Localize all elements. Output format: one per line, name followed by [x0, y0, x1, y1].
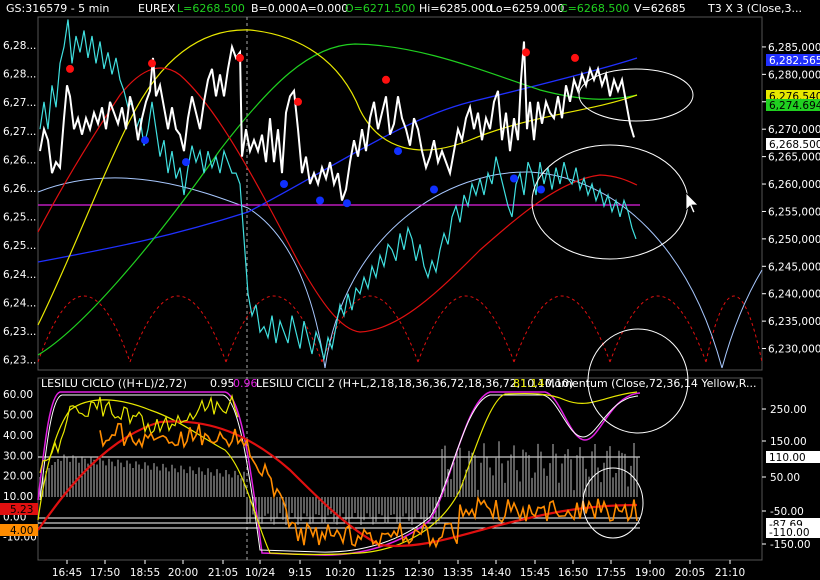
red-signal-dot [294, 97, 302, 106]
right-tick-label: 6,245,000 [768, 261, 820, 273]
left-tick-label: 6,27... [3, 97, 36, 109]
right-tick-label: 6,230,000 [768, 344, 820, 356]
left-tick-label: 6,26... [3, 154, 36, 166]
osc-left-tick-label: 30.00 [3, 450, 33, 462]
time-tick-label: 14:40 [481, 567, 511, 579]
left-tick-label: 6,25... [3, 212, 36, 224]
blue-signal-dot [280, 180, 288, 188]
right-tick-label: 6,285,000 [768, 42, 820, 54]
right-tick-label: 6,240,000 [768, 289, 820, 301]
right-tick-label: 6,235,000 [768, 316, 820, 328]
time-tick-label: 16:50 [558, 567, 588, 579]
blue-signal-dot [537, 185, 545, 194]
red-signal-dot [148, 59, 156, 68]
header-study: T3 X 3 (Close,3... [707, 2, 802, 15]
time-tick-label: 20:00 [168, 567, 198, 579]
osc-left-tick-label: 40.00 [3, 430, 33, 442]
left-tick-label: 6,23... [3, 326, 36, 338]
left-tick-label: 6,24... [3, 269, 36, 281]
left-tick-label: 6,25... [3, 240, 36, 252]
time-tick-label: 17:55 [596, 567, 626, 579]
right-tick-label: 6,255,000 [768, 206, 820, 218]
header-bid: B=0.000 [251, 2, 299, 15]
time-tick-label: 18:55 [130, 567, 160, 579]
time-tick-label: 9:15 [288, 567, 312, 579]
left-tick-label: 6,28... [3, 40, 36, 52]
time-tick-label: 19:00 [635, 567, 665, 579]
time-tick-label: 20:05 [675, 567, 705, 579]
header-volume: V=62685 [634, 2, 686, 15]
osc-left-value-label: 5.23 [10, 504, 33, 516]
red-signal-dot [382, 75, 390, 84]
left-tick-label: 6,24... [3, 297, 36, 309]
left-tick-label: 6,27... [3, 126, 36, 138]
time-tick-label: 15:45 [520, 567, 550, 579]
red-signal-dot [236, 53, 244, 62]
time-tick-label: 21:05 [208, 567, 238, 579]
osc-right-tick-label: -150.00 [770, 539, 811, 551]
price-value-box-label: 6,268.500 [769, 139, 820, 151]
osc-left-value-label: 4.00 [10, 525, 33, 537]
header-close: C=6268.500 [560, 2, 629, 15]
time-tick-label: 12:30 [404, 567, 434, 579]
osc-right-value-label: -110.00 [769, 527, 810, 539]
time-tick-label: 17:50 [90, 567, 120, 579]
osc-right-tick-label: 250.00 [770, 404, 807, 416]
header-open: O=6271.500 [345, 2, 415, 15]
right-tick-label: 6,280,000 [768, 69, 820, 81]
header-ask: A=0.000 [300, 2, 348, 15]
left-tick-label: 6,28... [3, 69, 36, 81]
time-tick-label: 21:10 [715, 567, 745, 579]
right-tick-label: 6,265,000 [768, 152, 820, 164]
header-high: Hi=6285.000 [419, 2, 492, 15]
osc-left-tick-label: 60.00 [3, 389, 33, 401]
blue-signal-dot [394, 147, 402, 156]
ind3-label: Momentum (Close,72,36,14 Yellow,R... [545, 377, 757, 390]
left-tick-label: 6,23... [3, 355, 36, 367]
price-value-box-label: 6,282.565 [769, 55, 820, 67]
time-tick-label: 13:35 [443, 567, 473, 579]
blue-signal-dot [316, 196, 324, 205]
blue-signal-dot [430, 185, 438, 194]
red-signal-dot [571, 53, 579, 62]
header-low: Lo=6259.000 [490, 2, 564, 15]
osc-right-tick-label: 150.00 [770, 436, 807, 448]
price-value-box-label: 6,274.694 [769, 100, 820, 112]
osc-right-value-label: 110.00 [769, 452, 806, 464]
red-signal-dot [66, 64, 74, 73]
blue-signal-dot [182, 158, 190, 167]
right-tick-label: 6,270,000 [768, 124, 820, 136]
right-tick-label: 6,250,000 [768, 234, 820, 246]
right-tick-label: 6,260,000 [768, 179, 820, 191]
red-signal-dot [522, 48, 530, 57]
time-tick-label: 11:25 [365, 567, 395, 579]
oscillator-header: LESILU CICLO ((H+L)/2,72) 0.95 0.96 LESI… [41, 377, 757, 390]
ind1-label: LESILU CICLO ((H+L)/2,72) [41, 377, 187, 390]
ind1-value1: 0.95 [210, 377, 235, 390]
osc-left-tick-label: 50.00 [3, 410, 33, 422]
blue-signal-dot [510, 174, 518, 183]
ind2-value: 81.14 [513, 377, 545, 390]
trading-chart[interactable]: GS:316579 - 5 min EUREX L=6268.500 B=0.0… [0, 0, 820, 580]
header-last: L=6268.500 [177, 2, 245, 15]
blue-signal-dot [343, 199, 351, 208]
header-exchange: EUREX [138, 2, 176, 15]
time-tick-label: 10:20 [325, 567, 355, 579]
osc-left-tick-label: 20.00 [3, 471, 33, 483]
osc-right-tick-label: 50.00 [770, 472, 800, 484]
blue-signal-dot [141, 136, 149, 145]
left-tick-label: 6,26... [3, 183, 36, 195]
time-tick-label: 10/24 [245, 567, 276, 579]
time-tick-label: 16:45 [52, 567, 82, 579]
header-symbol: GS:316579 - 5 min [6, 2, 109, 15]
ind1-value2: 0.96 [233, 377, 258, 390]
osc-left-tick-label: 10.00 [3, 491, 33, 503]
osc-right-tick-label: -50.00 [770, 506, 804, 518]
